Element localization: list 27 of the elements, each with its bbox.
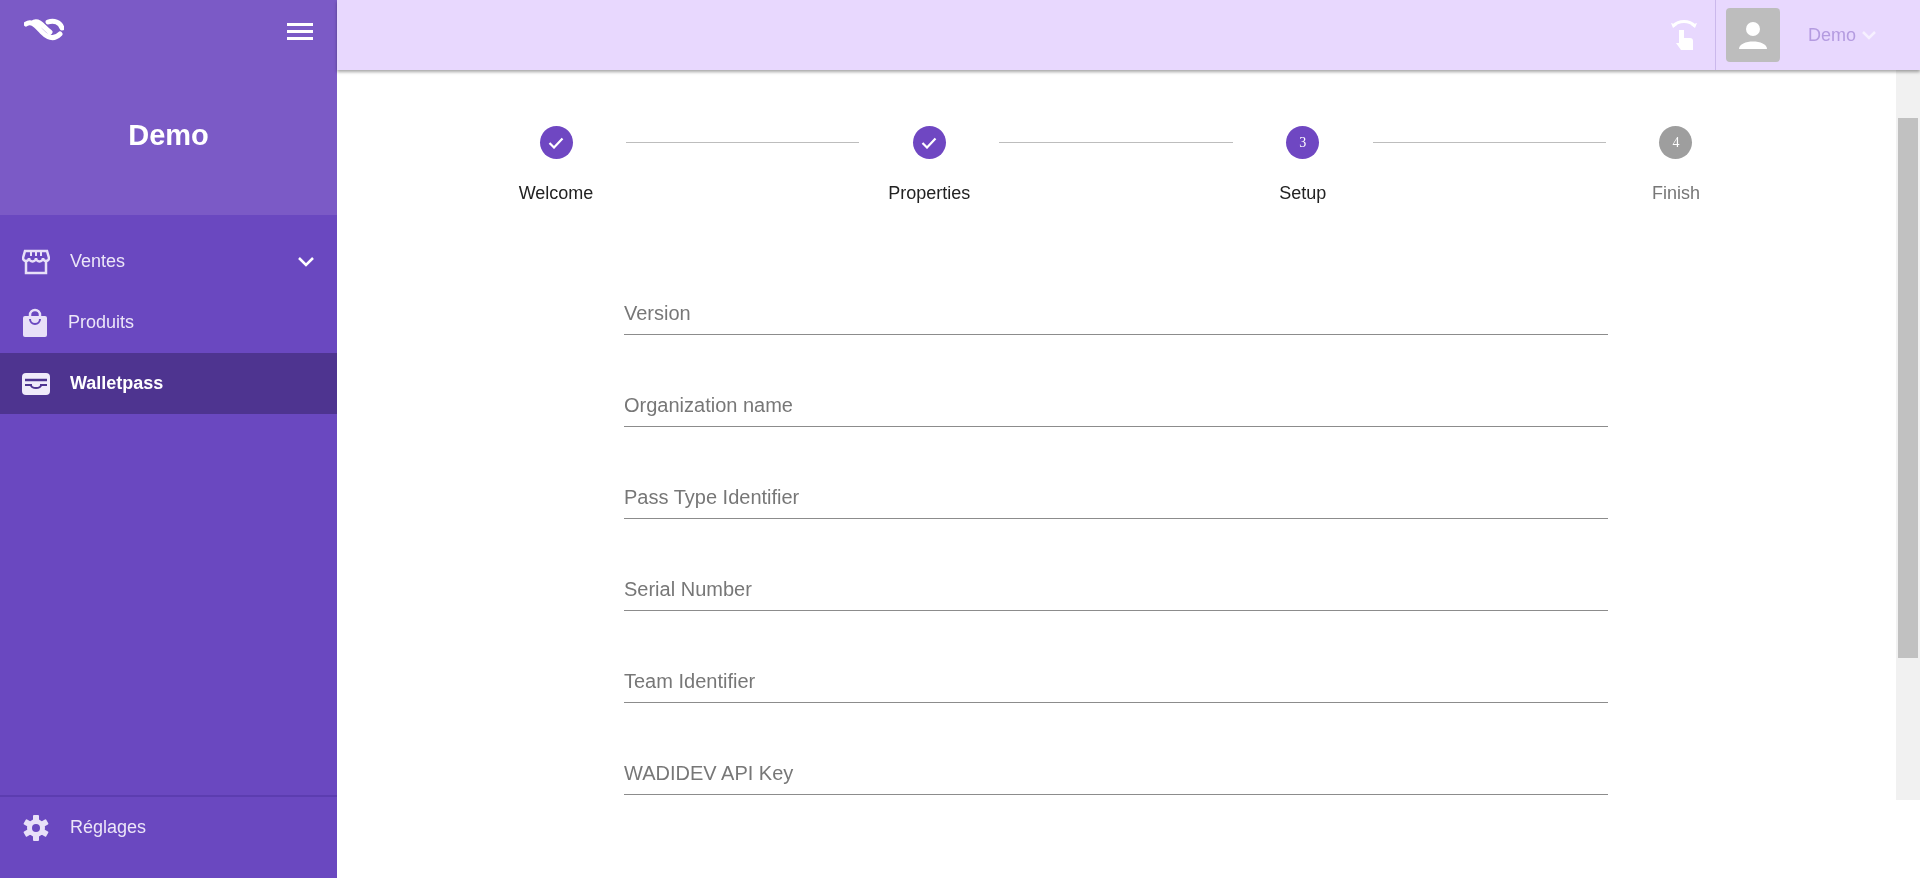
avatar[interactable]: [1726, 8, 1780, 62]
text-field[interactable]: Team Identifier: [624, 658, 1608, 703]
scroll-thumb[interactable]: [1898, 118, 1918, 658]
scrollbar[interactable]: [1896, 70, 1920, 800]
store-icon: [22, 248, 50, 275]
shopping-bag-icon: [22, 307, 48, 338]
text-field[interactable]: Organization name: [624, 382, 1608, 427]
text-field[interactable]: WADIDEV API Key: [624, 750, 1608, 795]
step-circle: 3: [1286, 126, 1320, 159]
text-field[interactable]: Serial Number: [624, 566, 1608, 611]
step-label: Setup: [1279, 182, 1327, 205]
step-circle: 4: [1659, 126, 1693, 159]
settings-item[interactable]: Réglages: [0, 797, 337, 858]
menu-icon[interactable]: [287, 21, 313, 41]
gear-icon: [22, 813, 50, 842]
chevron-down-icon: [1862, 30, 1876, 40]
sidebar-item[interactable]: Produits: [0, 292, 337, 353]
text-field[interactable]: Pass Type Identifier: [624, 474, 1608, 519]
step-label: Properties: [888, 182, 971, 205]
sidebar-item[interactable]: Walletpass: [0, 353, 337, 414]
text-field[interactable]: Version: [624, 290, 1608, 335]
step-label: Welcome: [518, 182, 594, 205]
sidebar-title: Demo: [127, 118, 210, 153]
step-label: Finish: [1651, 182, 1700, 205]
wallet-icon: [22, 372, 50, 395]
touch-gesture-icon[interactable]: [1669, 18, 1699, 52]
sidebar-item[interactable]: Ventes: [0, 231, 337, 292]
